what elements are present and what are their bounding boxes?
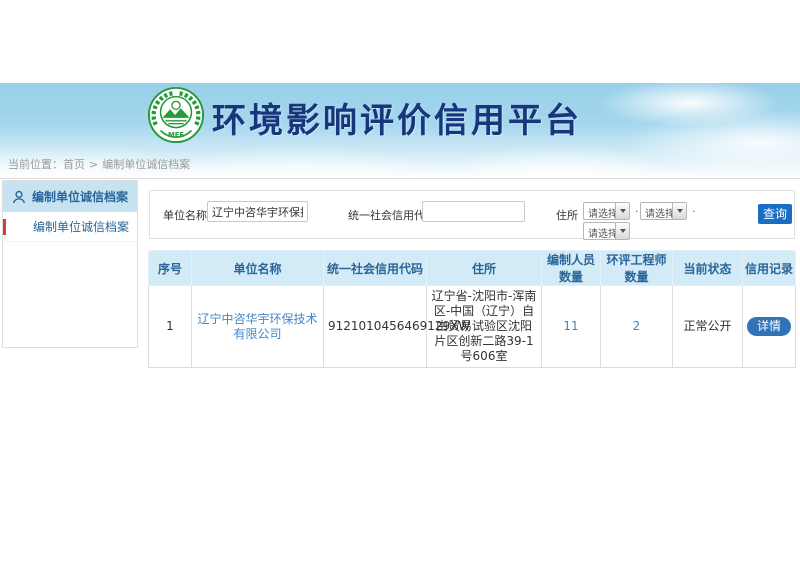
credit-code-input[interactable] — [422, 201, 525, 222]
breadcrumb: 当前位置：首页 > 编制单位诚信档案 — [8, 156, 190, 172]
col-header-credit-record: 信用记录 — [743, 251, 796, 286]
breadcrumb-separator: > — [89, 158, 98, 171]
cell-status: 正常公开 — [673, 286, 743, 368]
cell-credit-code: 9121010456469129XW — [324, 286, 427, 368]
cell-staff-count: 11 — [542, 286, 601, 368]
sidebar-header: 编制单位诚信档案 — [3, 181, 137, 212]
query-button[interactable]: 查询 — [758, 204, 792, 224]
breadcrumb-home-link[interactable]: 首页 — [63, 158, 85, 171]
page-title: 环境影响评价信用平台 — [212, 93, 582, 142]
page: MEE 环境影响评价信用平台 当前位置：首页 > 编制单位诚信档案 编制单位诚信档案… — [0, 0, 800, 565]
sidebar-item-archive[interactable]: 编制单位诚信档案 — [3, 212, 137, 242]
staff-count-link[interactable]: 11 — [563, 319, 578, 333]
chevron-down-icon[interactable] — [615, 203, 629, 219]
col-header-unit-name: 单位名称 — [192, 251, 324, 286]
person-icon — [12, 190, 26, 204]
col-header-address: 住所 — [427, 251, 542, 286]
col-header-index: 序号 — [149, 251, 192, 286]
mee-logo-icon: MEE — [147, 86, 205, 144]
cell-credit-record: 详情 — [743, 286, 796, 368]
svg-text:MEE: MEE — [168, 131, 184, 139]
unit-name-link[interactable]: 辽宁中咨华宇环保技术有限公司 — [197, 312, 317, 341]
sidebar: 编制单位诚信档案 编制单位诚信档案 — [2, 180, 138, 348]
address-district-select[interactable]: 请选择 — [583, 222, 630, 240]
cell-address: 辽宁省-沈阳市-浑南区-中国（辽宁）自由贸易试验区沈阳片区创新二路39-1号60… — [427, 286, 542, 368]
address-city-select[interactable]: 请选择 — [640, 202, 687, 220]
address-separator: · — [635, 205, 639, 218]
province-select-value: 请选择 — [588, 205, 618, 220]
district-select-value: 请选择 — [588, 225, 618, 240]
breadcrumb-prefix: 当前位置： — [8, 158, 63, 171]
results-table: 序号 单位名称 统一社会信用代码 住所 编制人员数量 环评工程师数量 当前状态 … — [148, 250, 795, 368]
table-header-row: 序号 单位名称 统一社会信用代码 住所 编制人员数量 环评工程师数量 当前状态 … — [149, 251, 796, 286]
detail-button[interactable]: 详情 — [747, 317, 791, 336]
cell-engineer-count: 2 — [601, 286, 673, 368]
sidebar-header-label: 编制单位诚信档案 — [32, 188, 128, 205]
breadcrumb-current: 编制单位诚信档案 — [102, 158, 190, 171]
col-header-engineer-count: 环评工程师数量 — [601, 251, 673, 286]
sidebar-item-label: 编制单位诚信档案 — [33, 220, 129, 234]
cell-index: 1 — [149, 286, 192, 368]
col-header-credit-code: 统一社会信用代码 — [324, 251, 427, 286]
col-header-staff-count: 编制人员数量 — [542, 251, 601, 286]
site-header: MEE 环境影响评价信用平台 当前位置：首页 > 编制单位诚信档案 — [0, 83, 800, 179]
chevron-down-icon[interactable] — [615, 223, 629, 239]
address-province-select[interactable]: 请选择 — [583, 202, 630, 220]
search-panel: 单位名称 ： 统一社会信用代码 ： 住所 ： 请选择 · 请选择 · 请选择 查… — [149, 190, 795, 239]
table-row: 1 辽宁中咨华宇环保技术有限公司 9121010456469129XW 辽宁省-… — [149, 286, 796, 368]
col-header-status: 当前状态 — [673, 251, 743, 286]
cell-unit-name: 辽宁中咨华宇环保技术有限公司 — [192, 286, 324, 368]
city-select-value: 请选择 — [645, 205, 675, 220]
chevron-down-icon[interactable] — [672, 203, 686, 219]
address-separator: · — [692, 205, 696, 218]
active-item-marker — [3, 219, 6, 235]
engineer-count-link[interactable]: 2 — [633, 319, 641, 333]
unit-name-input[interactable] — [207, 201, 308, 222]
